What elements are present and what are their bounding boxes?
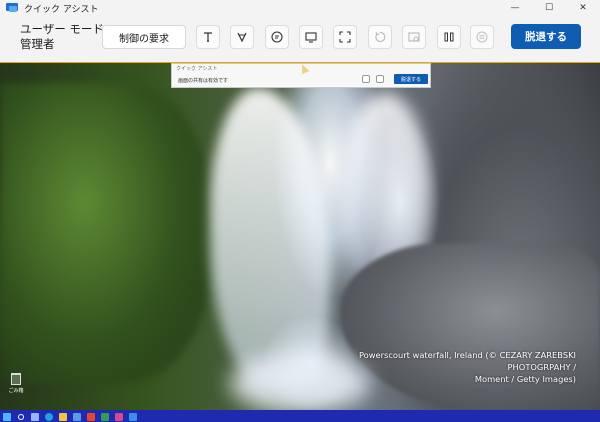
- wallpaper-caption: Powerscourt waterfall, Ireland (© CEZARY…: [316, 349, 576, 385]
- moss-area: [0, 83, 210, 383]
- remote-window-title: クイック アシスト: [176, 66, 218, 72]
- window-controls: — ☐ ✕: [498, 0, 600, 16]
- pause-sharing-button[interactable]: [437, 25, 461, 49]
- recycle-bin-label: ごみ箱: [8, 388, 24, 394]
- caption-line2: Moment / Getty Images): [474, 374, 576, 384]
- quick-assist-taskbar-icon: [129, 412, 137, 421]
- app-icon: [101, 412, 109, 421]
- recycle-bin-icon: [11, 373, 21, 385]
- pause-icon: [444, 32, 454, 42]
- remote-chat-icon[interactable]: [362, 75, 370, 83]
- title-bar: クイック アシスト — ☐ ✕: [0, 0, 600, 16]
- taskbar-app[interactable]: [42, 410, 56, 422]
- more-options-button[interactable]: [470, 25, 494, 49]
- quick-assist-icon: [6, 3, 18, 13]
- start-button[interactable]: [0, 410, 14, 422]
- toolbar: ユーザー モード: 管理者 制御の要求 脱退する: [0, 16, 600, 62]
- laser-pointer-button[interactable]: [196, 25, 220, 49]
- taskbar-app[interactable]: [112, 410, 126, 422]
- taskbar-app[interactable]: [126, 410, 140, 422]
- recycle-bin[interactable]: ごみ箱: [6, 373, 26, 394]
- remote-pause-icon[interactable]: [376, 75, 384, 83]
- fullscreen-icon: [339, 31, 351, 43]
- more-options-icon: [476, 31, 488, 43]
- mail-icon: [87, 412, 95, 421]
- taskbar-app[interactable]: [98, 410, 112, 422]
- minimize-button[interactable]: —: [498, 0, 532, 16]
- taskbar-app[interactable]: [28, 410, 42, 422]
- restart-button[interactable]: [368, 25, 392, 49]
- quick-assist-window: クイック アシスト — ☐ ✕ ユーザー モード: 管理者 制御の要求 脱退する…: [0, 0, 600, 422]
- request-control-button[interactable]: 制御の要求: [102, 25, 186, 49]
- remote-taskbar: [0, 410, 600, 422]
- taskbar-search[interactable]: [14, 410, 28, 422]
- app-icon: [115, 412, 123, 421]
- window-title: クイック アシスト: [24, 4, 99, 15]
- taskbar-app[interactable]: [70, 410, 84, 422]
- annotate-icon: [237, 32, 247, 43]
- explorer-icon: [59, 412, 67, 421]
- task-manager-button[interactable]: [402, 25, 426, 49]
- edge-icon: [45, 412, 53, 421]
- rock-face: [340, 243, 600, 413]
- windows-logo-icon: [3, 412, 11, 421]
- task-manager-icon: [408, 32, 420, 42]
- chat-button[interactable]: [265, 25, 289, 49]
- chat-icon: [271, 31, 283, 43]
- remote-leave-button[interactable]: 脱退する: [394, 74, 428, 84]
- select-monitor-icon: [305, 32, 317, 43]
- search-icon: [18, 413, 24, 420]
- close-button[interactable]: ✕: [566, 0, 600, 16]
- laser-pointer-icon: [204, 32, 212, 42]
- remote-sharing-status: 画面の共有は有効です: [178, 78, 229, 84]
- user-mode-label: ユーザー モード: 管理者: [20, 22, 108, 52]
- task-view-icon: [31, 412, 39, 421]
- restart-icon: [375, 31, 386, 43]
- taskbar-app[interactable]: [56, 410, 70, 422]
- fullscreen-button[interactable]: [333, 25, 357, 49]
- caption-line1: Powerscourt waterfall, Ireland (© CEZARY…: [358, 350, 576, 372]
- annotate-button[interactable]: [230, 25, 254, 49]
- user-mode-line1: ユーザー モード:: [20, 22, 108, 36]
- leave-session-button[interactable]: 脱退する: [511, 24, 581, 49]
- taskbar-app[interactable]: [84, 410, 98, 422]
- user-mode-line2: 管理者: [20, 37, 55, 51]
- remote-screen[interactable]: クイック アシスト 画面の共有は有効です 脱退する Powerscourt wa…: [0, 62, 600, 422]
- select-monitor-button[interactable]: [299, 25, 323, 49]
- waterfall-main: [210, 88, 330, 388]
- maximize-button[interactable]: ☐: [532, 0, 566, 16]
- store-icon: [73, 412, 81, 421]
